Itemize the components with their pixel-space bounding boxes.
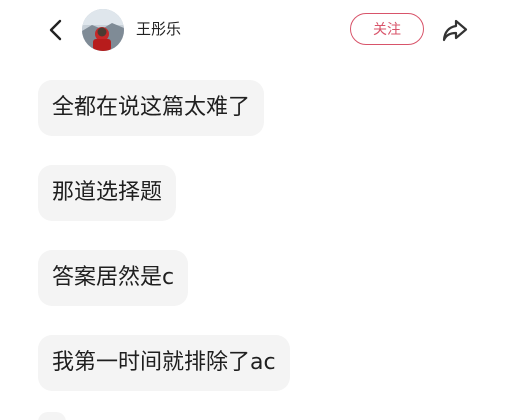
message-bubble: 那道选择题 [38,165,177,221]
avatar[interactable] [82,9,124,51]
username[interactable]: 王彤乐 [136,18,181,40]
chevron-left-icon [49,19,62,41]
follow-button[interactable]: 关注 [350,13,424,45]
message-bubble-partial [38,412,66,420]
avatar-image [82,9,124,51]
post-page: 王彤乐 关注 全都在说这篇太难了 那道选择题 答案居然是c 我第一时间就排除了a… [0,0,518,420]
share-button[interactable] [438,14,472,46]
message-bubble: 全都在说这篇太难了 [38,80,265,136]
message-bubble: 答案居然是c [38,250,189,306]
back-button[interactable] [40,14,72,46]
message-bubble: 我第一时间就排除了ac [38,335,290,391]
share-arrow-icon [442,19,468,42]
top-bar: 王彤乐 关注 [0,0,518,60]
